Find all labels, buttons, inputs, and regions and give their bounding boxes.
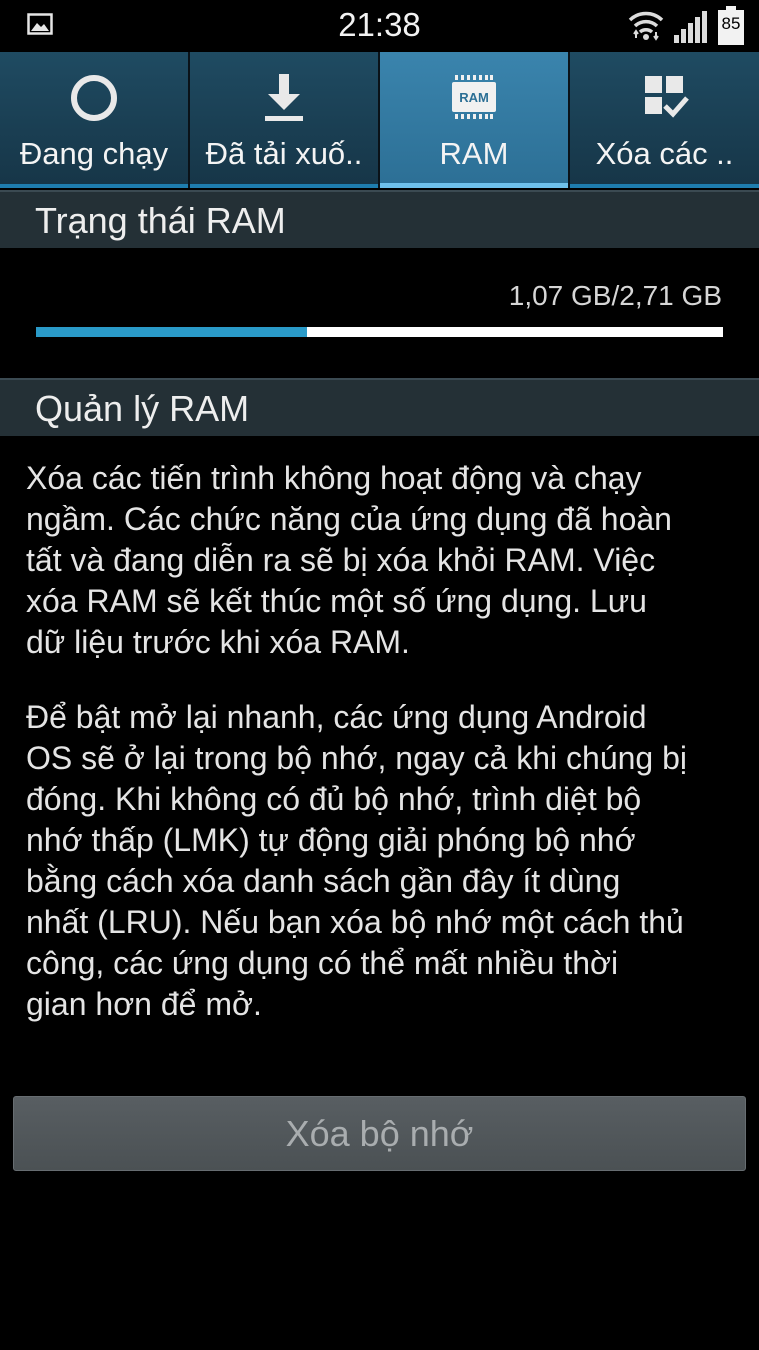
tab-ram[interactable]: RAM RAM [380, 52, 570, 188]
tab-underline [380, 183, 568, 188]
clear-check-icon [644, 76, 689, 118]
section-title: Quản lý RAM [35, 388, 250, 429]
wifi-icon [628, 11, 664, 41]
battery-level: 85 [721, 14, 741, 33]
tab-label: Đang chạy [19, 136, 169, 171]
download-icon [265, 74, 303, 121]
tab-downloaded[interactable]: Đã tải xuố.. [190, 52, 380, 188]
section-title: Trạng thái RAM [35, 200, 286, 241]
ram-usage-fill [36, 327, 308, 337]
ram-manage-header: Quản lý RAM [0, 378, 759, 436]
signal-icon [674, 11, 707, 43]
tab-clear[interactable]: Xóa các .. [570, 52, 759, 188]
tab-bar: Đang chạy Đã tải xuố.. RAM RAM Xóa các .… [0, 52, 759, 188]
tab-running[interactable]: Đang chạy [0, 52, 190, 188]
tab-label: Đã tải xuố.. [205, 136, 363, 171]
ram-description-2: Để bật mở lại nhanh, các ứng dụng Androi… [26, 699, 688, 1022]
svg-text:RAM: RAM [459, 90, 489, 105]
ram-chip-icon: RAM [452, 75, 496, 119]
tab-label: RAM [439, 136, 509, 171]
tab-underline [190, 184, 378, 188]
tab-label: Xóa các .. [595, 136, 734, 171]
ram-usage-bar [36, 327, 723, 337]
ram-usage-text: 1,07 GB/2,71 GB [508, 280, 722, 311]
status-bar: 21:38 85 [0, 0, 759, 52]
ram-status-header: Trạng thái RAM [0, 190, 759, 248]
progress-ring-icon [71, 75, 117, 121]
ram-description-1: Xóa các tiến trình không hoạt động và ch… [26, 460, 672, 660]
tab-underline [570, 184, 759, 188]
tab-underline [0, 184, 188, 188]
clear-memory-button[interactable]: Xóa bộ nhớ [13, 1096, 746, 1171]
